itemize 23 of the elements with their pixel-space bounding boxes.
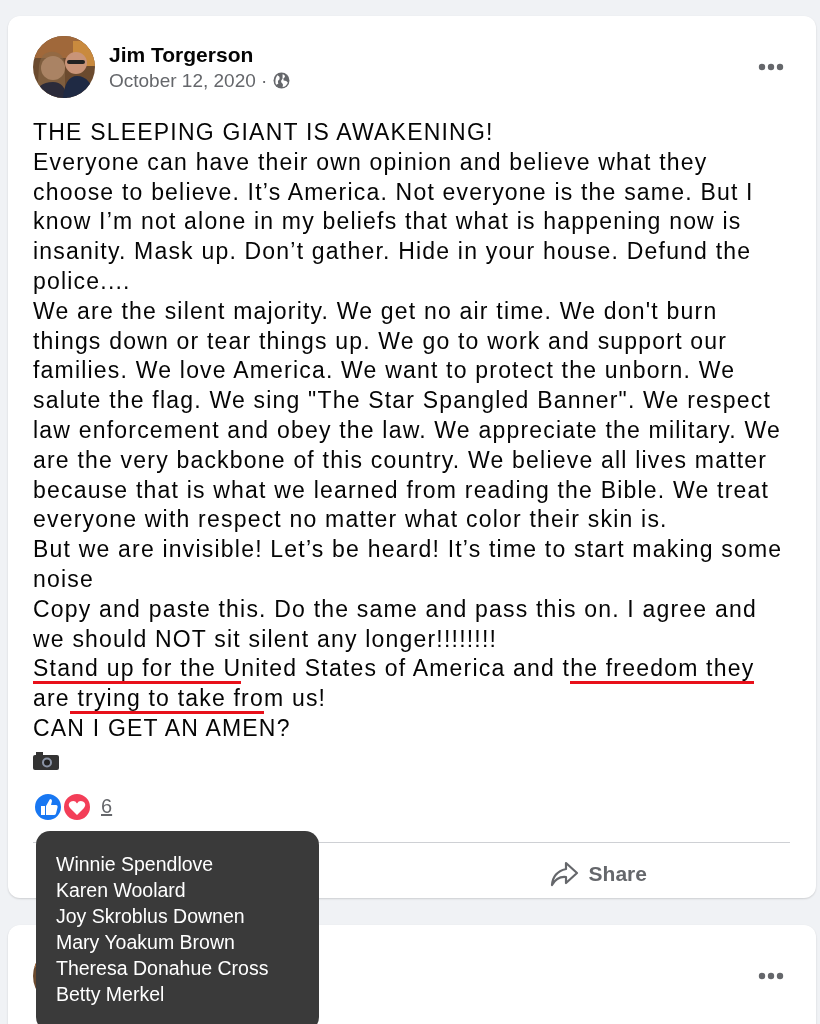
post-text: THE SLEEPING GIANT IS AWAKENING!	[33, 118, 495, 147]
reactor-name: Winnie Spendlove	[56, 852, 215, 877]
reactor-name: Joy Skroblus Downen	[56, 904, 246, 929]
post-text: CAN I GET AN AMEN?	[33, 713, 292, 743]
reactor-name: Karen Woolard	[56, 878, 187, 903]
post-text: Copy and paste this. Do the same and pass this on. I agree and we should NOT sit silent any longer!!!!!!!!	[33, 594, 758, 654]
reactor-name: Betty Merkel	[56, 982, 166, 1007]
post-text: But we are invisible! Let’s be heard! It’s time to start making some noise	[33, 535, 784, 594]
more-icon[interactable]	[758, 63, 784, 71]
post-text: We are the silent majority. We get no air time. We don't burn things down or tear things up. We go to work and support our families. We love America. We want to protect the unborn. We salute the flag. We sing "The Star Spangled Banner". We respect law enforcement and obey the law. We appreciate the military. We are the very backbone of this country. We believe all lives matter because that is what we learned from reading the Bible. We treat everyone with respect no matter what color their skin is.	[33, 296, 782, 535]
reactions-icon[interactable]	[33, 791, 91, 822]
more-icon[interactable]	[758, 972, 784, 980]
post-text: Everyone can have their own opinion and believe what they choose to believe. It’s America. Not everyone is the same. But I know I’m not alone in my beliefs that what is happening now is insanity. Mask up. Don’t gather. Hide in your house. Defund the police....	[33, 147, 755, 296]
camera-icon	[33, 751, 59, 770]
share-button[interactable]: Share	[405, 842, 790, 905]
reactor-name: Mary Yoakum Brown	[56, 930, 236, 955]
share-icon	[548, 859, 579, 888]
reaction-count[interactable]: 6	[101, 795, 113, 819]
post-date[interactable]: October 12, 2020 ·	[109, 69, 268, 92]
reactor-name: Theresa Donahue Cross	[56, 956, 270, 981]
author-name[interactable]: Jim Torgerson	[109, 42, 744, 67]
globe-icon	[273, 72, 291, 89]
post-text: Stand up for the United States of America and the freedom they are trying to take from us!	[33, 654, 786, 714]
